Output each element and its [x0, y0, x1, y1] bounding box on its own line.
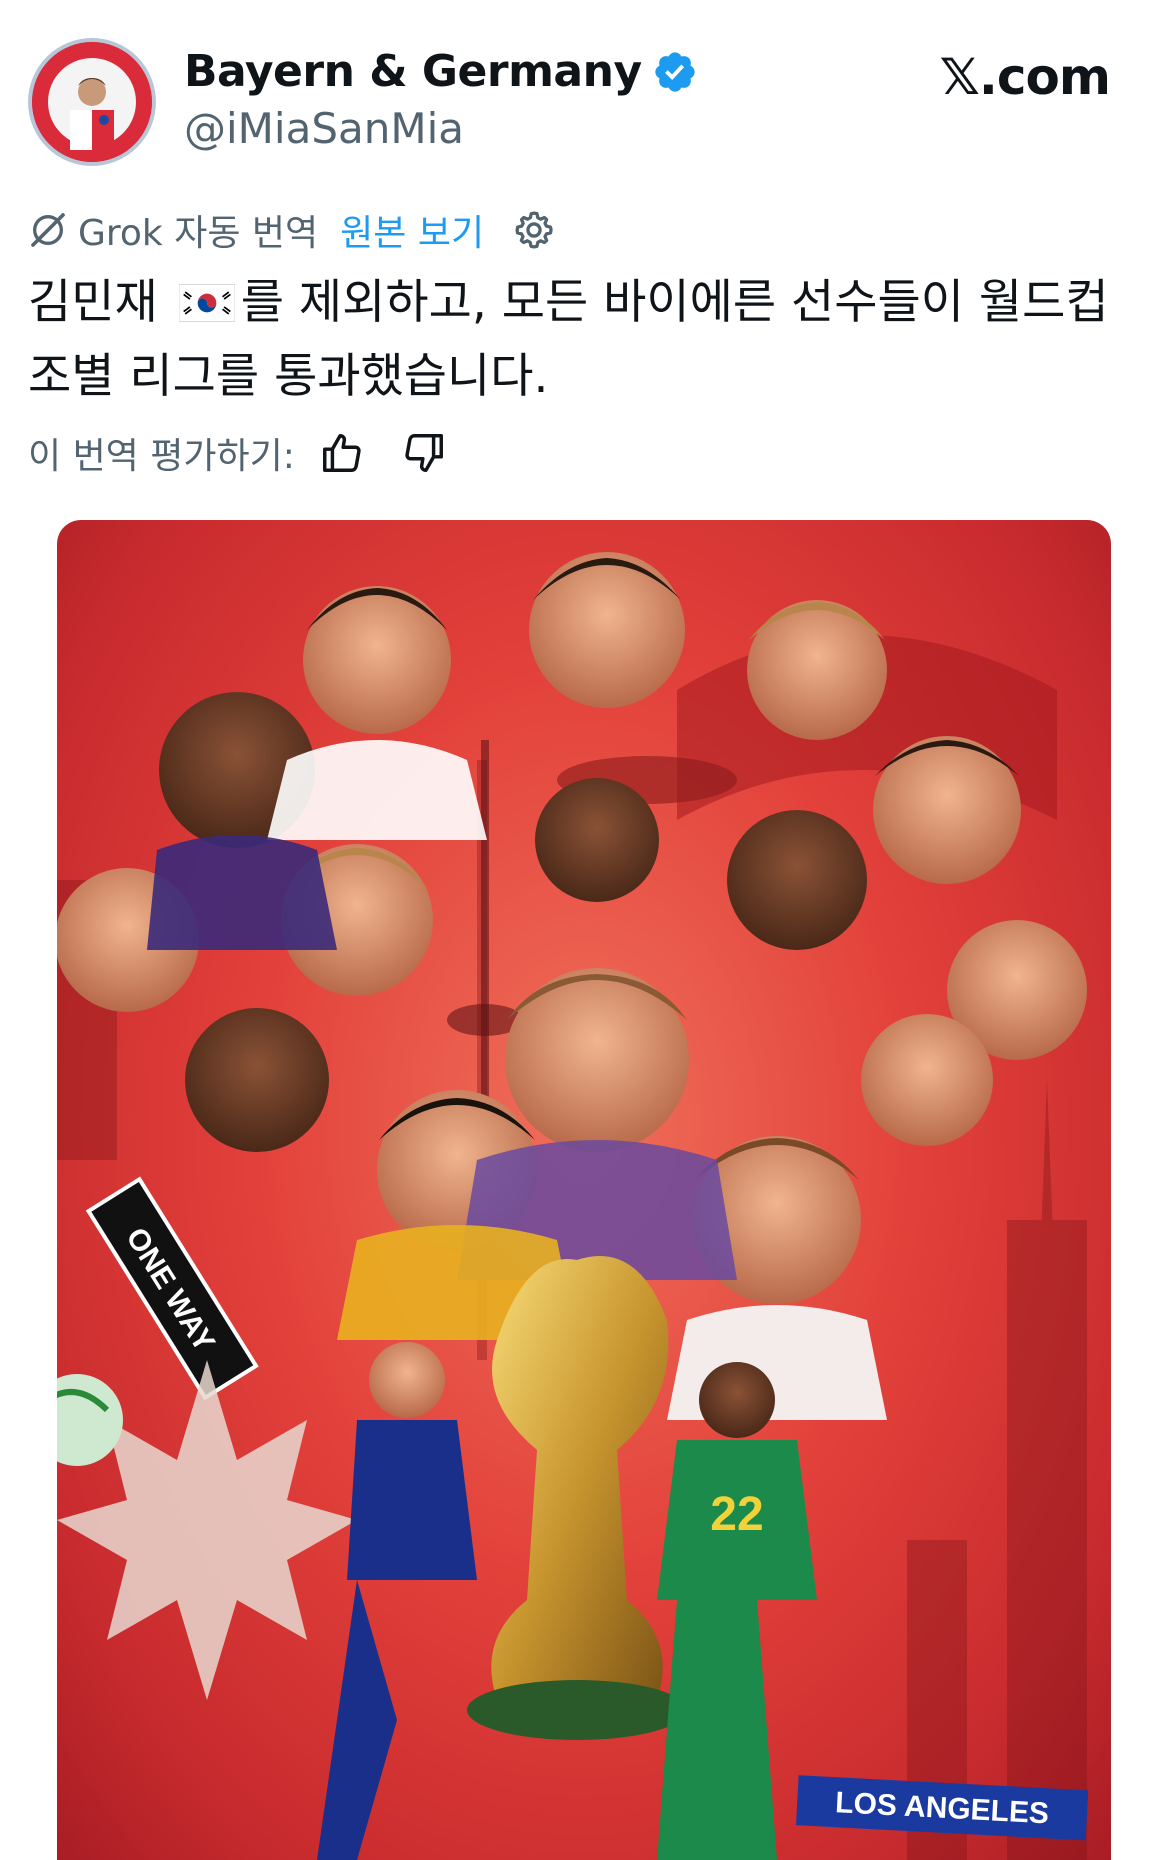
translation-bar: Grok 자동 번역 원본 보기	[28, 204, 556, 256]
tweet-media-image[interactable]: ONE WAY 22 LOS ANGELES	[57, 520, 1111, 1860]
avatar[interactable]	[28, 38, 156, 166]
jersey-number: 22	[710, 1488, 763, 1541]
gear-icon[interactable]	[512, 208, 556, 252]
display-name[interactable]: Bayern & Germany	[184, 46, 642, 97]
account-handle[interactable]: @iMiaSanMia	[184, 104, 464, 153]
tweet-text: 김민재 를 제외하고, 모든 바이에른 선수들이 월드컵 조별 리그를 통과했습…	[28, 266, 1138, 414]
korea-flag-icon	[178, 284, 235, 322]
avatar-image	[32, 42, 152, 162]
thumbs-up-icon[interactable]	[319, 430, 365, 476]
verified-badge-icon	[654, 51, 695, 92]
tweet-text-part-1: 김민재	[28, 275, 158, 330]
thumbs-down-icon[interactable]	[401, 430, 447, 476]
rate-translation-label: 이 번역 평가하기:	[28, 436, 295, 477]
view-original-link[interactable]: 원본 보기	[340, 204, 484, 256]
translation-rating: 이 번역 평가하기:	[28, 428, 447, 478]
world-cup-poster-image: ONE WAY 22 LOS ANGELES	[57, 552, 1089, 1860]
brand-logo: 𝕏.com	[939, 48, 1111, 106]
grok-icon	[31, 213, 65, 247]
translation-label: Grok 자동 번역	[78, 213, 319, 254]
tweet-header: Bayern & Germany @iMiaSanMia 𝕏.com	[0, 0, 1170, 190]
